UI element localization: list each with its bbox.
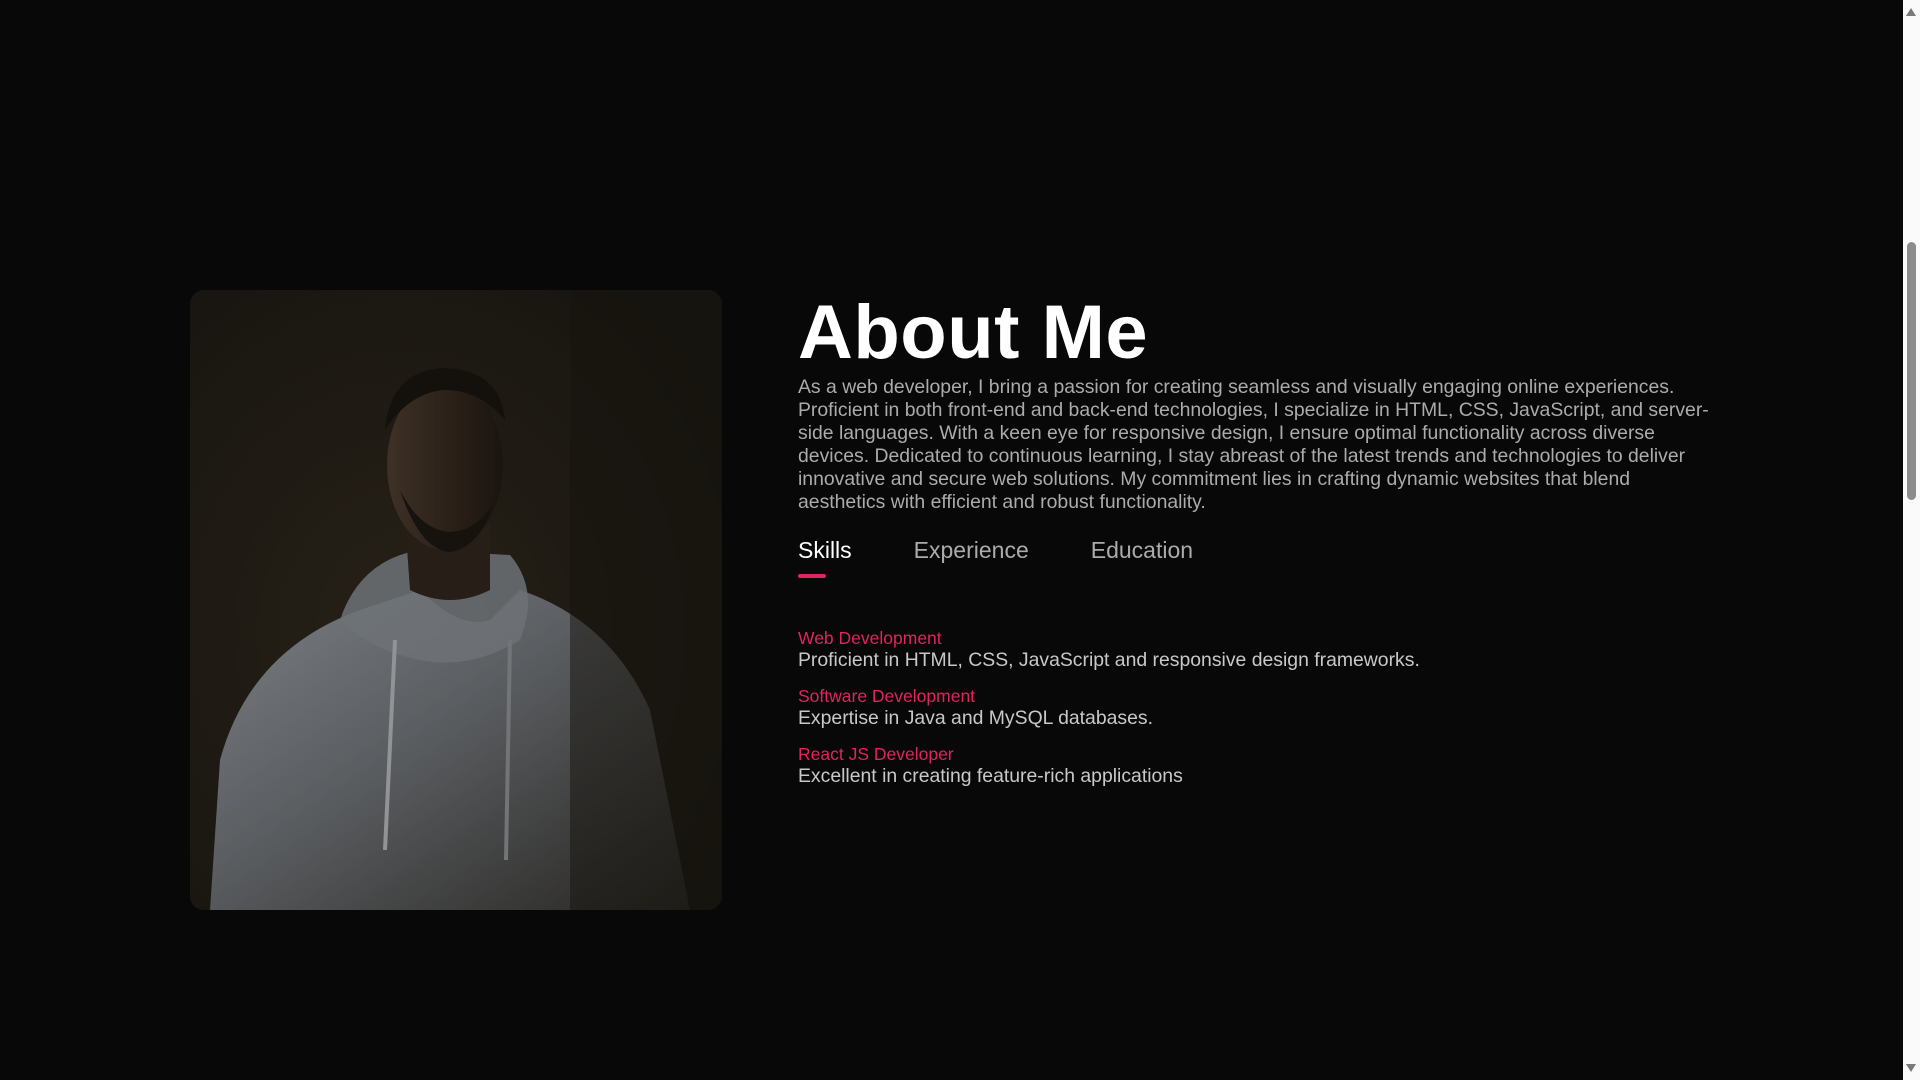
list-item: Web Development Proficient in HTML, CSS,… <box>798 628 1718 673</box>
scroll-up-icon[interactable] <box>1906 8 1916 16</box>
list-item: React JS Developer Excellent in creating… <box>798 744 1718 789</box>
skill-title: React JS Developer <box>798 744 954 764</box>
scroll-thumb[interactable] <box>1907 242 1916 500</box>
skill-title: Web Development <box>798 628 942 648</box>
list-item: Software Development Expertise in Java a… <box>798 686 1718 731</box>
tab-education[interactable]: Education <box>1091 536 1193 580</box>
about-section: About Me As a web developer, I bring a p… <box>798 290 1718 802</box>
skills-list: Web Development Proficient in HTML, CSS,… <box>798 628 1718 789</box>
tab-skills[interactable]: Skills <box>798 536 852 580</box>
skill-description: Expertise in Java and MySQL databases. <box>798 707 1153 729</box>
profile-photo <box>190 290 722 910</box>
page-title: About Me <box>798 290 1149 375</box>
skill-description: Proficient in HTML, CSS, JavaScript and … <box>798 649 1420 671</box>
scrollbar[interactable] <box>1903 0 1920 1080</box>
scroll-down-icon[interactable] <box>1906 1064 1916 1072</box>
tab-experience[interactable]: Experience <box>914 536 1029 580</box>
skill-title: Software Development <box>798 686 976 706</box>
tab-bar: Skills Experience Education <box>798 536 1718 580</box>
skill-description: Excellent in creating feature-rich appli… <box>798 765 1183 787</box>
bio-paragraph: As a web developer, I bring a passion fo… <box>798 376 1709 513</box>
